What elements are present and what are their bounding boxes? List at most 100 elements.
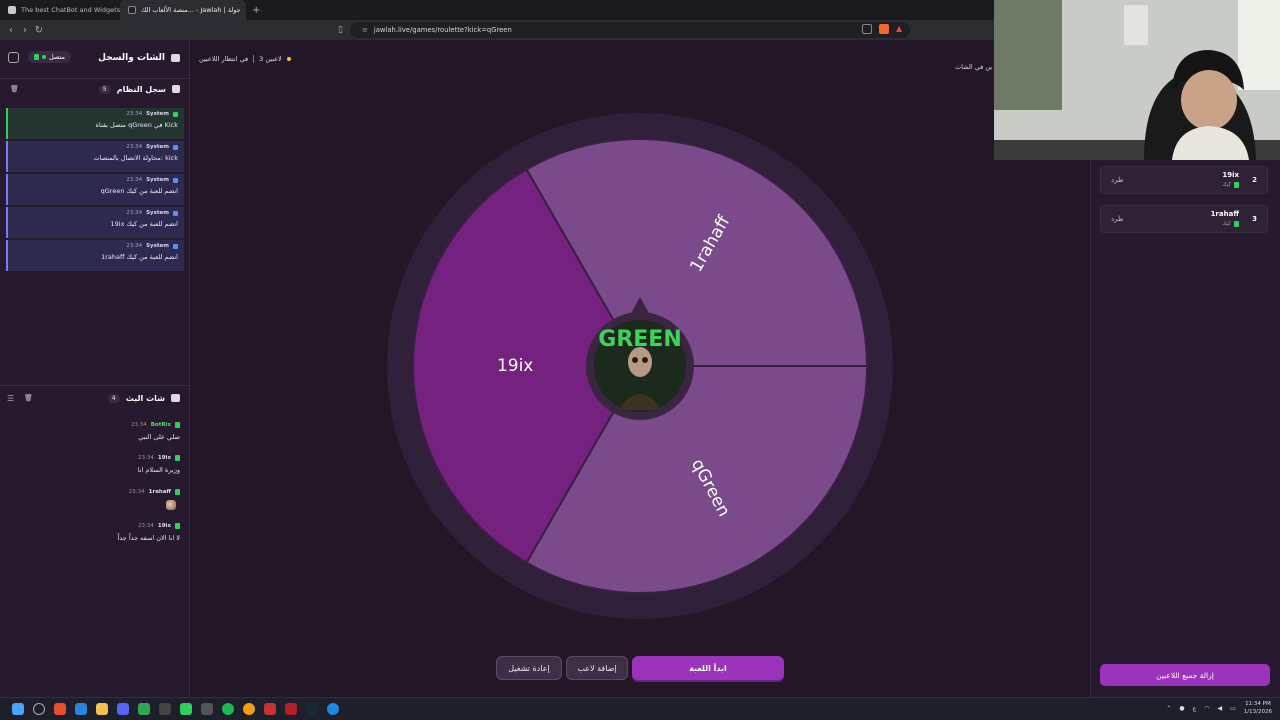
kick-app-icon[interactable] [180,703,192,715]
kick-player-button[interactable]: طرد [1111,176,1124,184]
brave-shield-icon[interactable] [879,24,889,34]
skull-eye [632,357,638,363]
app-icon[interactable] [243,703,255,715]
excel-icon[interactable] [138,703,150,715]
system-log-title: سجل النظام [116,84,166,94]
discord-icon[interactable] [117,703,129,715]
chat-entry-label: ين في الشات [955,63,993,71]
obs-icon[interactable] [159,703,171,715]
kick-player-button[interactable]: طرد [1111,215,1124,223]
tab-favicon-icon [128,6,136,14]
chat-message: 23:34 19ix وزيرة السلام انا [8,455,180,474]
kick-icon [175,523,180,529]
platform-text: كيك [1222,182,1231,188]
chat-username[interactable]: 19ix [158,523,171,529]
kick-icon [175,422,180,428]
log-time: 23:34 [126,144,143,150]
log-message: 19ix انضم للعبة من كيك [110,220,178,228]
chat-log-header: متصل الشات والسجل [0,47,190,69]
chat-bubble-icon [171,394,180,402]
log-source: System [146,210,169,216]
tab-title: منصة الألعاب الك... - Jawlah | جولة [141,6,241,14]
log-time: 23:34 [126,111,143,117]
waiting-label: في انتظار اللاعبين [199,55,249,63]
player-rank: 2 [1252,176,1257,184]
back-icon[interactable]: ‹ [4,25,18,36]
kick-icon [1234,182,1239,188]
steam-icon[interactable] [306,703,318,715]
taskbar: ⌃ ● ع ◠ ◀ ▭ 11:34 PM 1/13/2026 [0,697,1280,720]
store-icon[interactable] [75,703,87,715]
chat-time: 23:34 [128,489,145,495]
tab-favicon-icon [8,6,16,14]
player-row: طرد 1rahaff كيك 3 [1100,205,1268,233]
player-rank: 3 [1252,215,1257,223]
live-chat-header: ☰ 🗑 4 شات البث [0,387,190,409]
chat-username[interactable]: BotRix [151,422,171,428]
kick-icon [173,111,178,117]
adobe-icon[interactable] [285,703,297,715]
filter-icon[interactable]: ☰ [7,394,14,403]
chat-text: وزيرة السلام انا [137,466,180,474]
connection-status-text: متصل [49,53,66,61]
site-settings-icon[interactable]: ≡ [362,26,368,34]
window [1238,0,1280,90]
folder-icon[interactable] [96,703,108,715]
brave-browser-icon[interactable] [54,703,66,715]
clock[interactable]: 11:34 PM 1/13/2026 [1244,700,1272,716]
log-icon [172,85,180,93]
kick-icon [34,54,39,60]
info-icon [173,144,178,150]
browser-tab-jawlah[interactable]: منصة الألعاب الك... - Jawlah | جولة × [120,0,246,20]
reload-icon[interactable]: ↻ [32,25,46,36]
github-icon[interactable] [201,703,213,715]
url-field[interactable]: ▯ ≡ jawlah.live/games/roulette?kick=qGre… [338,22,910,38]
wifi-icon[interactable]: ◠ [1204,705,1209,712]
microphone-icon[interactable]: ● [1179,705,1184,712]
rewards-icon[interactable]: ▲ [896,24,906,34]
bookmark-icon[interactable]: ▯ [338,25,343,35]
log-item: 23:34 System 1rahaff انضم للعبة من كيك [6,240,184,271]
battery-icon[interactable]: ▭ [1230,705,1236,712]
language-indicator[interactable]: ع [1193,705,1197,712]
remove-all-players-button[interactable]: إزالة جميع اللاعبين [1100,664,1270,686]
new-tab-icon[interactable]: + [246,5,266,16]
person-face [1181,70,1237,130]
log-time: 23:34 [126,243,143,249]
volume-icon[interactable]: ◀ [1218,705,1223,712]
chat-username[interactable]: 19ix [158,455,171,461]
kick-icon [1234,221,1239,227]
emote-icon [166,500,176,510]
skull-eye [642,357,648,363]
webcam-overlay [994,0,1280,160]
app-icon[interactable] [264,703,276,715]
player-name: 1rahaff [1210,210,1239,218]
system-log-header: 🗑 5 سجل النظام [0,78,190,100]
collapse-panel-icon[interactable] [8,52,19,63]
spotify-icon[interactable] [222,703,234,715]
log-message: محاولة الاتصال بالمنصات: kick [93,154,178,162]
log-item: 23:34 System qGreen انضم للعبة من كيك [6,174,184,205]
share-icon[interactable] [862,24,872,34]
chevron-up-icon[interactable]: ⌃ [1166,705,1171,712]
start-game-button[interactable]: ابدأ اللعبة [632,656,784,680]
chat-message: 23:34 1rahaff [8,489,180,514]
start-icon[interactable] [12,703,24,715]
roulette-wheel[interactable]: 1rahaffqGreen19ix GREEN [386,110,894,620]
chat-message: 23:34 19ix لا انا الان اسفه جداً جداً [8,523,180,542]
players-panel [1090,160,1280,697]
browser-tab-chatbot[interactable]: The best ChatBot and Widgets for Ki... × [0,0,120,20]
divider [0,385,190,386]
log-time: 23:34 [126,210,143,216]
log-item: 23:34 System متصل بقناة qGreen في Kick [6,108,184,139]
forward-icon[interactable]: › [18,25,32,36]
app-icon[interactable] [327,703,339,715]
trash-icon[interactable]: 🗑 [24,394,33,402]
chat-bubble-icon [171,54,180,62]
trash-icon[interactable]: 🗑 [10,85,19,93]
player-platform: كيك [1222,182,1239,188]
add-player-button[interactable]: إضافة لاعب [566,656,628,680]
search-icon[interactable] [33,703,45,715]
wheel-segment-label: 19ix [497,356,533,376]
restart-button[interactable]: إعادة تشغيل [496,656,562,680]
